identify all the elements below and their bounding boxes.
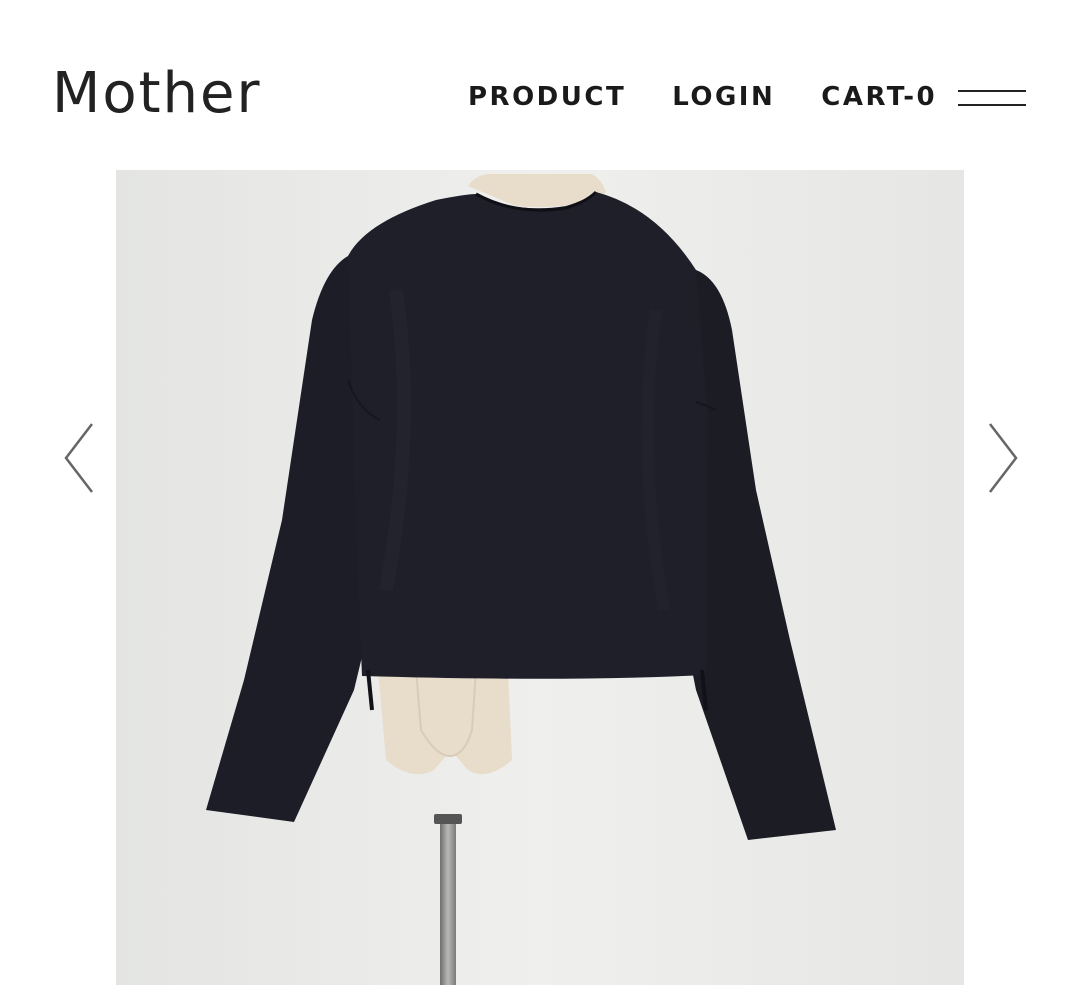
- stand-pole: [440, 820, 456, 985]
- hamburger-menu-icon[interactable]: [958, 88, 1026, 108]
- nav-cart-link[interactable]: CART-0: [821, 84, 937, 110]
- product-image-carousel: [0, 170, 1080, 985]
- chevron-left-icon[interactable]: [62, 420, 96, 496]
- chevron-right-icon[interactable]: [986, 420, 1020, 496]
- main-nav: PRODUCT LOGIN CART-0: [468, 84, 937, 110]
- nav-product-link[interactable]: PRODUCT: [468, 84, 626, 110]
- product-image: [116, 170, 964, 985]
- nav-login-link[interactable]: LOGIN: [672, 84, 775, 110]
- menu-line: [958, 104, 1026, 106]
- product-page: Mother PRODUCT LOGIN CART-0: [0, 0, 1080, 985]
- menu-line: [958, 90, 1026, 92]
- site-logo[interactable]: Mother: [52, 66, 262, 122]
